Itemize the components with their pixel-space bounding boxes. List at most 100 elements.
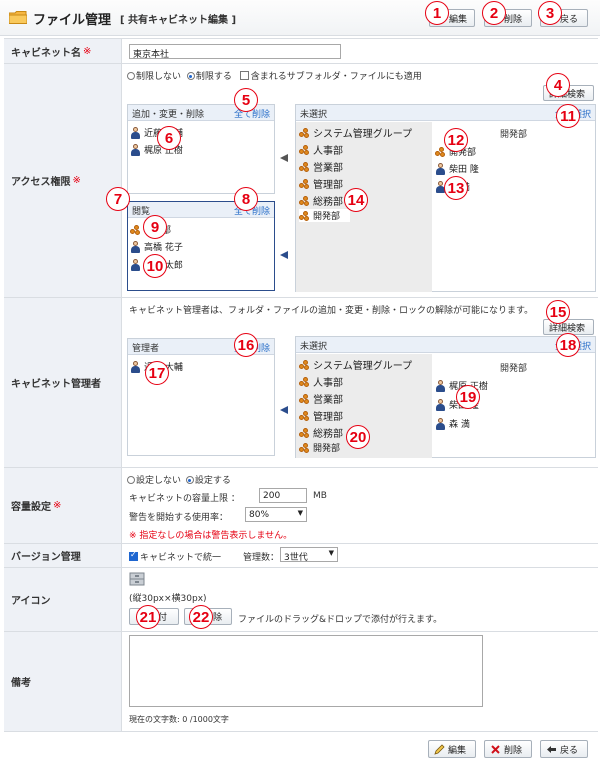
badge-1: 1: [425, 1, 449, 25]
cabinet-name-row: キャビネット名 ※ 東京本社: [4, 38, 598, 64]
group-icon: [299, 127, 310, 138]
user-icon: [130, 240, 141, 253]
group-icon: [299, 393, 310, 404]
capacity-row: 容量設定 ※ 設定しない 設定する キャビネットの容量上限 ： 200 MB 警告…: [4, 468, 598, 544]
list-item[interactable]: 管理部: [299, 408, 343, 423]
page-title: ファイル管理: [33, 13, 112, 28]
list-item[interactable]: 高橋 花子: [130, 240, 183, 253]
footer-back-button[interactable]: 戻る: [540, 740, 588, 758]
badge-7: 7: [106, 187, 130, 211]
list-item[interactable]: 人事部: [299, 142, 343, 157]
footer-delete-button[interactable]: 削除: [484, 740, 532, 758]
group-icon: [130, 224, 141, 235]
cabinet-icon: [129, 572, 145, 586]
user-icon: [130, 360, 141, 373]
warn-note: ※ 指定なしの場合は警告表示しません。: [129, 531, 293, 541]
radio-limit[interactable]: 制限する: [186, 72, 232, 82]
group-icon: [299, 178, 310, 189]
user-icon: [435, 379, 446, 392]
include-sub-checkbox[interactable]: 含まれるサブフォルダ・ファイルにも適用: [239, 71, 422, 82]
list-item[interactable]: 営業部: [299, 159, 343, 174]
user-icon: [435, 162, 446, 175]
managers-row: キャビネット管理者 キャビネット管理者は、フォルダ・ファイルの追加・変更・削除・…: [4, 298, 598, 468]
radio-no-limit[interactable]: 制限しない: [127, 72, 181, 82]
warn-rate-select[interactable]: 80% ▼: [245, 507, 307, 522]
group-icon: [299, 427, 310, 438]
list-item[interactable]: 営業部: [299, 391, 343, 406]
access-radio-group: 制限しない 制限する 含まれるサブフォルダ・ファイルにも適用: [127, 69, 422, 82]
badge-9: 9: [143, 215, 167, 239]
managers-label: キャビネット管理者: [4, 298, 122, 467]
access-label: アクセス権限 ※: [4, 64, 122, 297]
right-header: 開発部: [500, 364, 528, 374]
badge-5: 5: [234, 88, 258, 112]
chevron-down-icon: ▼: [297, 509, 303, 517]
icon-label: アイコン: [4, 568, 122, 631]
list-item[interactable]: 管理部: [299, 176, 343, 191]
capacity-unit: MB: [313, 491, 327, 501]
chevron-down-icon: ▼: [328, 549, 334, 557]
move-left-arrow-icon[interactable]: [280, 154, 288, 162]
badge-13: 13: [444, 176, 468, 200]
user-icon: [130, 126, 141, 139]
group-icon: [299, 210, 310, 221]
badge-19: 19: [456, 385, 480, 409]
group-icon: [299, 359, 310, 370]
dnd-note: ファイルのドラッグ&ドロップで添付が行えます。: [238, 615, 443, 625]
list-item[interactable]: 柴田 隆: [435, 162, 479, 175]
warn-label: 警告を開始する使用率：: [129, 513, 229, 523]
view-permission-panel: 閲覧全て削除 営業部 高橋 花子 山田 太郎: [127, 201, 275, 291]
version-count-select[interactable]: 3世代 ▼: [280, 547, 338, 563]
badge-20: 20: [346, 425, 370, 449]
group-icon: [299, 442, 310, 453]
group-icon: [299, 410, 310, 421]
badge-22: 22: [189, 605, 213, 629]
group-icon: [435, 146, 446, 157]
footer-edit-button[interactable]: 編集: [428, 740, 476, 758]
group-icon: [299, 195, 310, 206]
badge-17: 17: [145, 361, 169, 385]
remarks-row: 備考 現在の文字数: 0 /1000文字: [4, 632, 598, 732]
list-item[interactable]: 人事部: [299, 374, 343, 389]
cabinet-name-input[interactable]: 東京本社: [129, 44, 341, 60]
capacity-radio-group: 設定しない 設定する: [127, 473, 231, 486]
edit-permission-panel: 追加・変更・削除全て削除 近藤 大輔 梶原 正樹: [127, 104, 275, 194]
right-header: 開発部: [500, 130, 528, 140]
move-left-arrow-icon[interactable]: [280, 406, 288, 414]
remarks-textarea[interactable]: [129, 635, 483, 707]
icon-size-note: (縦30px×横30px): [129, 594, 207, 604]
version-label: バージョン管理: [4, 544, 122, 567]
badge-3: 3: [538, 1, 562, 25]
list-item[interactable]: 開発部: [299, 209, 351, 222]
badge-14: 14: [344, 188, 368, 212]
access-row: アクセス権限 ※ 制限しない 制限する 含まれるサブフォルダ・ファイルにも適用 詳…: [4, 64, 598, 298]
list-item[interactable]: システム管理グループ: [299, 125, 412, 140]
user-icon: [130, 258, 141, 271]
list-item[interactable]: 総務部: [299, 193, 343, 208]
version-row: バージョン管理 キャビネットで統一 管理数： 3世代▼: [4, 544, 598, 568]
page-subtitle: [ 共有キャビネット編集 ]: [120, 15, 237, 26]
badge-18: 18: [556, 333, 580, 357]
list-item[interactable]: 森 満: [435, 417, 470, 430]
user-icon: [435, 398, 446, 411]
badge-2: 2: [482, 1, 506, 25]
badge-21: 21: [136, 605, 160, 629]
radio-set-capacity[interactable]: 設定する: [185, 476, 231, 486]
move-left-arrow-icon[interactable]: [280, 251, 288, 259]
list-item[interactable]: システム管理グループ: [299, 357, 412, 372]
char-count: 現在の文字数: 0 /1000文字: [129, 715, 229, 724]
cabinet-name-label: キャビネット名 ※: [4, 39, 122, 63]
managers-note: キャビネット管理者は、フォルダ・ファイルの追加・変更・削除・ロックの解除が可能に…: [129, 306, 534, 316]
back-arrow-icon: [546, 744, 557, 755]
page-header: ファイル管理 [ 共有キャビネット編集 ] 編集 削除 戻る: [0, 0, 600, 36]
remarks-label: 備考: [4, 632, 122, 731]
managers-unselected-panel: 未選択全て選択 システム管理グループ 人事部 営業部 管理部 総務部 開発部 開…: [295, 336, 596, 458]
managers-panel: 管理者全て削除 近藤 大輔: [127, 338, 275, 456]
capacity-limit-input[interactable]: 200: [259, 488, 307, 503]
badge-4: 4: [546, 73, 570, 97]
radio-no-capacity[interactable]: 設定しない: [127, 476, 181, 486]
badge-15: 15: [546, 300, 570, 324]
version-unify-checkbox[interactable]: キャビネットで統一: [129, 550, 221, 563]
list-item[interactable]: 総務部: [299, 425, 343, 440]
list-item[interactable]: 開発部: [299, 441, 340, 454]
